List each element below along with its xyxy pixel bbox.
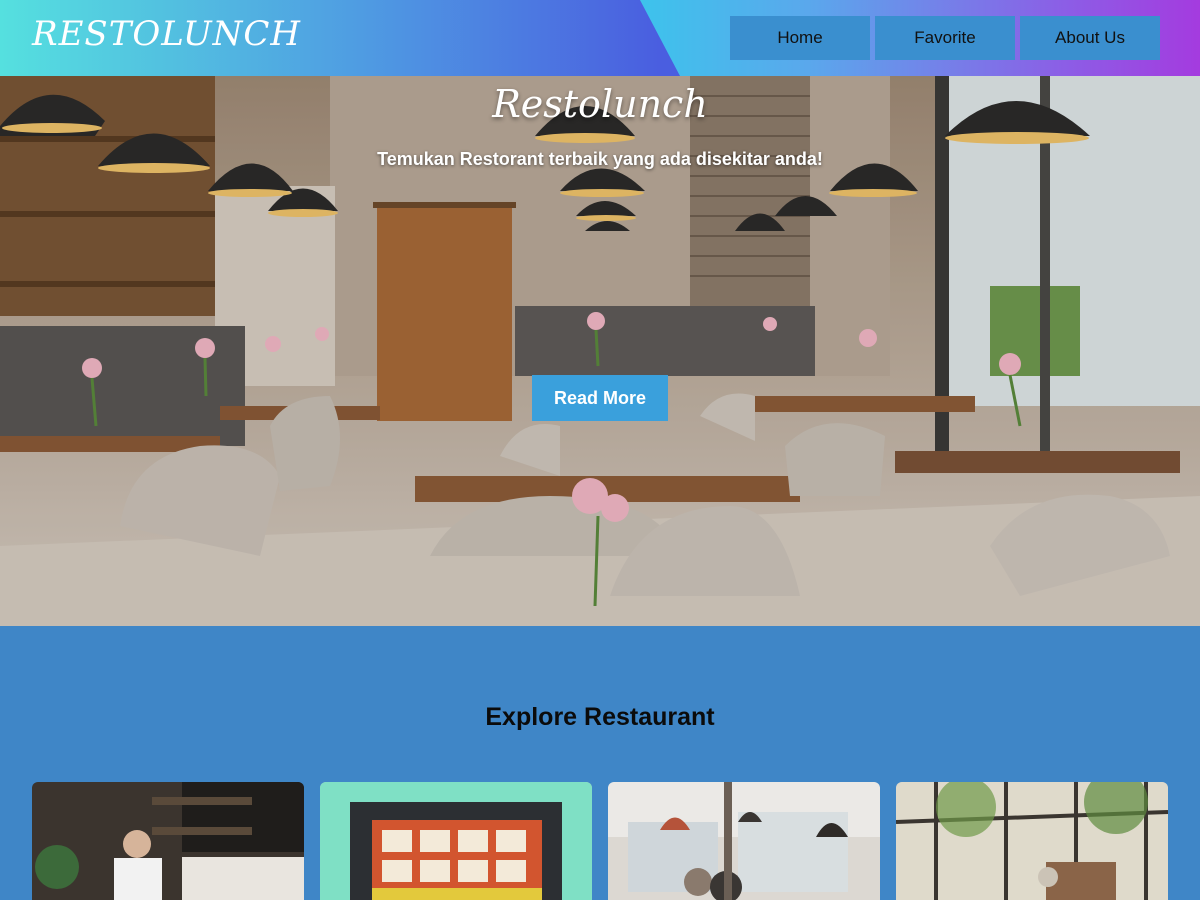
read-more-button[interactable]: Read More	[532, 375, 668, 421]
hero-subtitle: Temukan Restorant terbaik yang ada disek…	[377, 149, 823, 169]
nav-favorite[interactable]: Favorite	[875, 16, 1015, 60]
nav-about-us[interactable]: About Us	[1020, 16, 1160, 60]
restaurant-card-image	[32, 782, 304, 900]
restaurant-card[interactable]	[320, 782, 592, 900]
explore-restaurant-heading: Explore Restaurant	[485, 703, 715, 731]
restaurant-list	[32, 782, 1168, 900]
site-logo[interactable]: RESTOLUNCH	[32, 14, 301, 54]
restaurant-card-image	[608, 782, 880, 900]
restaurant-card[interactable]	[608, 782, 880, 900]
restaurant-card-image	[896, 782, 1168, 900]
nav-home[interactable]: Home	[730, 16, 870, 60]
restaurant-card-image	[320, 782, 592, 900]
site-header: RESTOLUNCH Home Favorite About Us	[0, 0, 1200, 76]
hero-banner: Restolunch Temukan Restorant terbaik yan…	[0, 76, 1200, 626]
restaurant-card[interactable]	[896, 782, 1168, 900]
restaurant-card[interactable]	[32, 782, 304, 900]
main-nav: Home Favorite About Us	[730, 16, 1160, 60]
hero-title: Restolunch	[492, 82, 708, 126]
